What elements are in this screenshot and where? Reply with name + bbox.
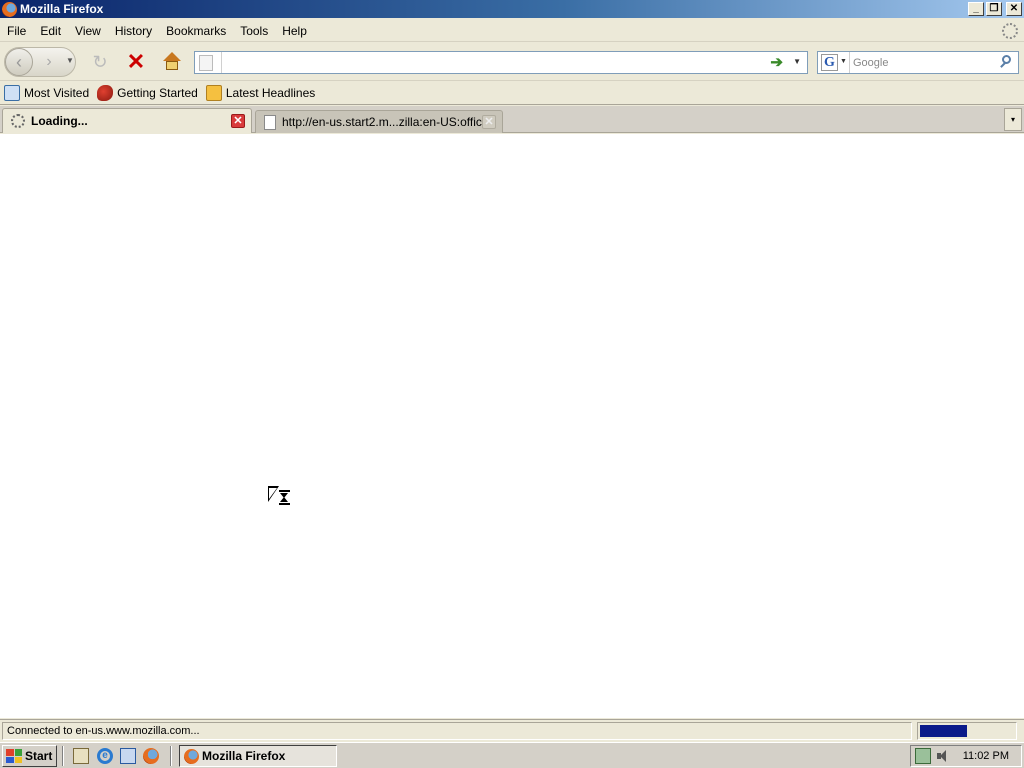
menu-bar: File Edit View History Bookmarks Tools H…	[0, 20, 1024, 42]
bookmark-label: Getting Started	[117, 86, 198, 100]
bookmarks-toolbar: Most Visited Getting Started Latest Head…	[0, 82, 1024, 105]
taskbar: Start e Mozilla Firefox 11:02 PM	[0, 742, 1024, 768]
tab-list-dropdown-button[interactable]: ▾	[1004, 108, 1022, 131]
bookmark-latest-headlines[interactable]: Latest Headlines	[205, 85, 316, 101]
menu-edit[interactable]: Edit	[33, 24, 68, 38]
start-button[interactable]: Start	[2, 745, 57, 767]
google-engine-icon[interactable]: G	[821, 54, 838, 71]
go-arrow-icon[interactable]: ➔	[770, 53, 783, 71]
taskbar-divider	[62, 746, 64, 766]
tab-label: Loading...	[31, 114, 88, 128]
menu-file[interactable]: File	[0, 24, 33, 38]
home-icon	[163, 52, 181, 61]
page-icon	[264, 114, 276, 130]
url-input[interactable]	[225, 54, 765, 71]
hourglass-icon	[279, 490, 290, 505]
tab-start-page[interactable]: http://en-us.start2.m...zilla:en-US:offi…	[255, 110, 503, 133]
page-content[interactable]	[0, 134, 1024, 718]
address-bar-divider	[221, 52, 222, 73]
search-input[interactable]	[853, 55, 993, 71]
home-button[interactable]	[162, 52, 182, 72]
show-desktop-icon[interactable]	[73, 748, 89, 764]
back-button[interactable]: ‹	[5, 48, 33, 76]
activity-throbber-icon	[1002, 23, 1018, 39]
restore-button[interactable]: ❐	[986, 2, 1002, 16]
status-bar: Connected to en-us.www.mozilla.com...	[0, 719, 1024, 741]
stop-button[interactable]: ✕	[125, 51, 147, 73]
bookmark-label: Latest Headlines	[225, 86, 316, 100]
bookmark-folder-icon	[4, 85, 20, 101]
close-tab-icon[interactable]: ✕	[231, 114, 245, 128]
internet-explorer-icon[interactable]: e	[97, 748, 113, 764]
bookmark-getting-started[interactable]: Getting Started	[97, 85, 198, 101]
search-icon[interactable]	[998, 54, 1014, 70]
volume-icon[interactable]	[935, 748, 951, 764]
windows-logo-icon	[6, 749, 22, 763]
menu-view[interactable]: View	[68, 24, 108, 38]
window-title: Mozilla Firefox	[20, 2, 104, 16]
progress-fill	[920, 725, 967, 737]
page-icon	[199, 55, 213, 71]
close-window-button[interactable]: ✕	[1006, 2, 1022, 16]
url-history-dropdown-icon[interactable]: ▼	[793, 57, 801, 66]
minimize-button[interactable]: _	[968, 2, 984, 16]
taskbar-divider	[170, 746, 172, 766]
close-tab-icon[interactable]: ✕	[482, 115, 496, 129]
tab-label: http://en-us.start2.m...zilla:en-US:offi…	[282, 115, 482, 129]
bookmark-most-visited[interactable]: Most Visited	[4, 85, 89, 101]
navigation-toolbar: ‹ › ▼ ↻ ✕ ➔ ▼ G ▼	[0, 43, 1024, 81]
bookmark-label: Most Visited	[24, 86, 90, 100]
title-bar[interactable]: Mozilla Firefox _ ❐ ✕	[0, 0, 1024, 18]
loading-progress-bar	[917, 722, 1017, 740]
address-bar[interactable]: ➔ ▼	[194, 51, 808, 74]
status-text: Connected to en-us.www.mozilla.com...	[2, 722, 912, 740]
search-bar[interactable]: G ▼	[817, 51, 1019, 74]
home-icon-body	[166, 61, 178, 70]
busy-cursor-icon	[268, 486, 292, 508]
history-dropdown-icon[interactable]: ▼	[66, 56, 74, 65]
system-tray: 11:02 PM	[910, 745, 1022, 767]
mozilla-dino-icon	[97, 85, 114, 101]
reload-button[interactable]: ↻	[90, 52, 110, 72]
rss-feed-icon	[205, 85, 222, 101]
search-handle	[1000, 62, 1006, 68]
tab-loading[interactable]: Loading... ✕	[2, 108, 252, 133]
menu-bookmarks[interactable]: Bookmarks	[159, 24, 233, 38]
search-bar-divider	[849, 52, 850, 73]
firefox-quicklaunch-icon[interactable]	[143, 748, 159, 764]
loading-throbber-icon	[11, 114, 25, 128]
menu-history[interactable]: History	[108, 24, 159, 38]
menu-help[interactable]: Help	[275, 24, 314, 38]
network-status-icon[interactable]	[915, 748, 931, 764]
start-label: Start	[25, 749, 53, 763]
engine-dropdown-icon[interactable]: ▼	[840, 58, 847, 65]
firefox-logo-icon	[2, 1, 17, 17]
firefox-icon	[184, 748, 199, 764]
network-icon[interactable]	[120, 748, 136, 764]
task-label: Mozilla Firefox	[202, 749, 286, 763]
forward-button[interactable]: ›	[37, 51, 61, 73]
clock[interactable]: 11:02 PM	[963, 750, 1009, 762]
cursor-arrow-fill	[269, 488, 277, 499]
menu-tools[interactable]: Tools	[233, 24, 275, 38]
taskbar-firefox-button[interactable]: Mozilla Firefox	[179, 745, 337, 767]
window-controls: _ ❐ ✕	[968, 2, 1022, 16]
tab-bar: Loading... ✕ http://en-us.start2.m...zil…	[0, 106, 1024, 133]
